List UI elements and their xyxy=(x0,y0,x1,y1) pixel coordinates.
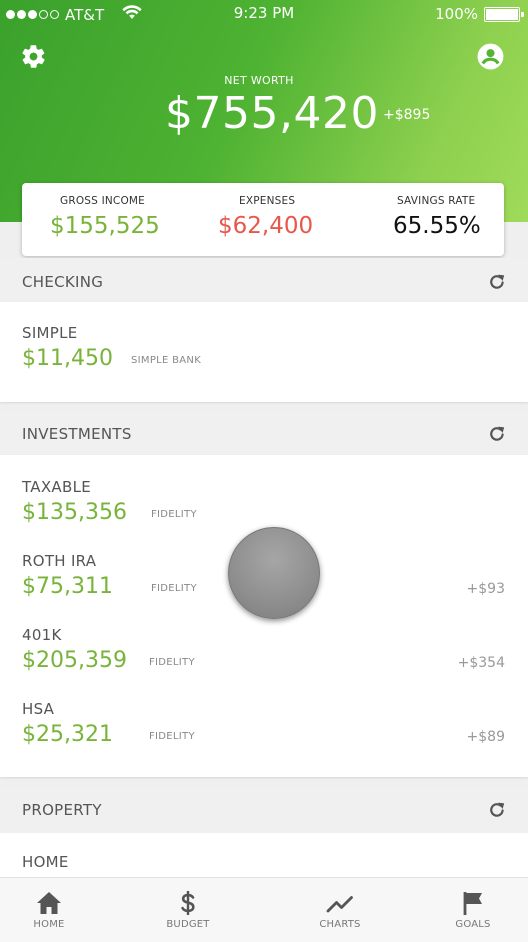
tab-home[interactable]: HOME xyxy=(4,878,94,942)
account-change: +$89 xyxy=(466,729,505,745)
account-institution: FIDELITY xyxy=(151,509,197,520)
account-name: SIMPLE xyxy=(22,324,78,342)
account-name: 401K xyxy=(22,626,62,644)
checking-section-header: CHECKING xyxy=(0,258,528,306)
account-change: +$93 xyxy=(466,581,505,597)
home-icon xyxy=(35,889,63,917)
section-title: PROPERTY xyxy=(22,801,102,819)
checking-list: SIMPLE $11,450 SIMPLE BANK xyxy=(0,302,528,402)
battery-icon xyxy=(484,6,524,22)
net-worth-change: +$895 xyxy=(383,107,431,123)
account-name: HOME xyxy=(22,853,69,871)
account-value: $25,321 xyxy=(22,722,113,747)
account-value: $75,311 xyxy=(22,574,113,599)
account-name: TAXABLE xyxy=(22,478,92,496)
expenses-block: EXPENSES $62,400 xyxy=(182,183,342,256)
account-institution: FIDELITY xyxy=(149,731,195,742)
gross-income-value: $155,525 xyxy=(50,213,160,239)
status-right: 100% xyxy=(435,5,524,23)
tab-bar: HOME BUDGET CHARTS GOALS xyxy=(0,877,528,942)
refresh-icon[interactable] xyxy=(487,800,507,820)
gear-icon[interactable] xyxy=(20,43,47,70)
refresh-icon[interactable] xyxy=(487,424,507,444)
summary-card: GROSS INCOME $155,525 EXPENSES $62,400 S… xyxy=(22,183,504,256)
dollar-icon xyxy=(174,889,202,917)
expenses-value: $62,400 xyxy=(218,213,314,239)
savings-rate-block: SAVINGS RATE 65.55% xyxy=(342,183,504,256)
tab-label: HOME xyxy=(33,919,65,930)
flag-icon xyxy=(459,889,487,917)
refresh-icon[interactable] xyxy=(487,272,507,292)
net-worth-label: NET WORTH xyxy=(224,74,294,87)
account-institution: FIDELITY xyxy=(151,583,197,594)
investments-section-header: INVESTMENTS xyxy=(0,410,528,458)
account-institution: FIDELITY xyxy=(149,657,195,668)
account-value: $11,450 xyxy=(22,346,113,371)
account-row[interactable]: SIMPLE $11,450 SIMPLE BANK xyxy=(0,324,528,388)
account-value: $205,359 xyxy=(22,648,127,673)
tab-label: CHARTS xyxy=(319,919,361,930)
tab-label: BUDGET xyxy=(166,919,210,930)
account-row[interactable]: 401K $205,359 FIDELITY +$354 xyxy=(0,626,528,690)
account-row[interactable]: HSA $25,321 FIDELITY +$89 xyxy=(0,700,528,764)
section-title: INVESTMENTS xyxy=(22,425,132,443)
chart-icon xyxy=(326,889,354,917)
battery-percent: 100% xyxy=(435,5,478,23)
tab-charts[interactable]: CHARTS xyxy=(295,878,385,942)
gross-income-label: GROSS INCOME xyxy=(60,195,146,207)
tab-goals[interactable]: GOALS xyxy=(428,878,518,942)
touch-indicator xyxy=(228,527,320,619)
gross-income-block: GROSS INCOME $155,525 xyxy=(22,183,182,256)
property-section-header: PROPERTY xyxy=(0,786,528,834)
account-name: ROTH IRA xyxy=(22,552,97,570)
net-worth-value: $755,420 xyxy=(165,88,379,139)
savings-rate-label: SAVINGS RATE xyxy=(397,195,476,207)
tab-label: GOALS xyxy=(455,919,491,930)
account-value: $135,356 xyxy=(22,500,127,525)
account-institution: SIMPLE BANK xyxy=(131,355,202,366)
tab-budget[interactable]: BUDGET xyxy=(143,878,233,942)
account-icon[interactable] xyxy=(477,43,504,70)
expenses-label: EXPENSES xyxy=(239,195,296,207)
status-bar: AT&T 9:23 PM 100% xyxy=(0,0,528,28)
account-change: +$354 xyxy=(457,655,505,671)
section-title: CHECKING xyxy=(22,273,104,291)
account-name: HSA xyxy=(22,700,55,718)
savings-rate-value: 65.55% xyxy=(393,213,481,239)
